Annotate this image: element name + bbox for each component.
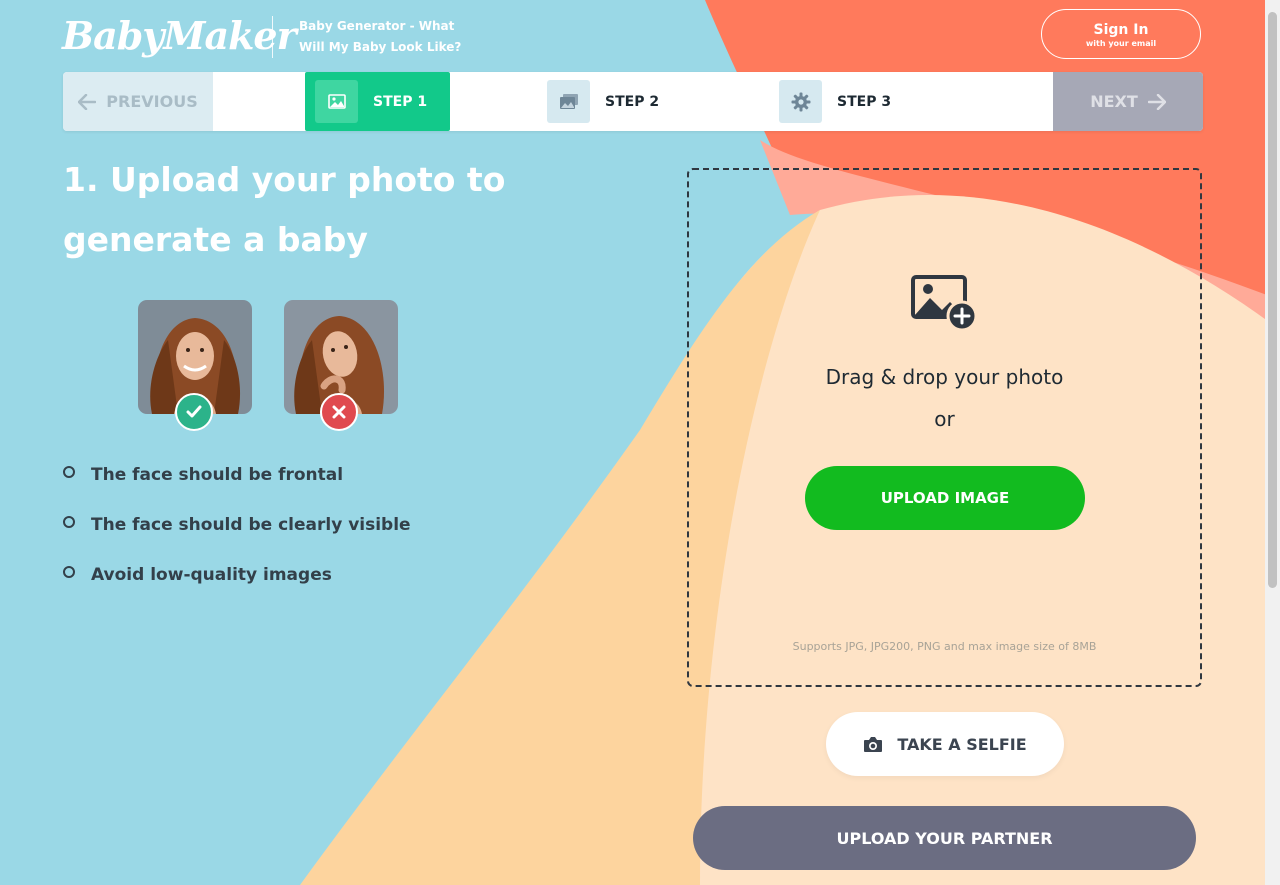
sign-in-button[interactable]: Sign In with your email — [1041, 9, 1201, 59]
camera-icon — [864, 736, 883, 752]
step-3-label: STEP 3 — [837, 93, 892, 110]
next-button[interactable]: NEXT — [1053, 72, 1203, 131]
photo-rules-list: The face should be frontal The face shou… — [63, 450, 483, 600]
bullet-icon — [63, 516, 75, 528]
logo-text: BabyMaker — [62, 13, 297, 58]
rule-text: The face should be clearly visible — [91, 515, 411, 535]
checkmark-icon — [175, 393, 213, 431]
sign-in-sublabel: with your email — [1085, 39, 1157, 48]
next-label: NEXT — [1090, 92, 1138, 111]
dropzone-text: Drag & drop your photo or — [687, 356, 1202, 440]
tab-step-1[interactable]: STEP 1 — [305, 72, 450, 131]
images-icon — [547, 80, 590, 123]
rule-text: The face should be frontal — [91, 465, 344, 485]
or-text: or — [934, 407, 955, 431]
list-item: The face should be clearly visible — [63, 500, 483, 550]
header-divider — [272, 16, 273, 58]
cross-icon — [320, 393, 358, 431]
previous-button[interactable]: PREVIOUS — [63, 72, 213, 131]
arrow-right-icon — [1147, 93, 1166, 110]
site-tagline: Baby Generator - What Will My Baby Look … — [299, 19, 462, 54]
add-image-icon — [910, 274, 980, 334]
scrollbar-thumb[interactable] — [1268, 12, 1277, 588]
gear-icon — [779, 80, 822, 123]
bullet-icon — [63, 566, 75, 578]
page-title: 1. Upload your photo to generate a baby — [63, 160, 506, 259]
bullet-icon — [63, 466, 75, 478]
take-selfie-button[interactable]: TAKE A SELFIE — [826, 712, 1064, 776]
step-1-label: STEP 1 — [373, 93, 428, 110]
supported-formats-text: Supports JPG, JPG200, PNG and max image … — [792, 640, 1097, 653]
previous-label: PREVIOUS — [106, 92, 198, 111]
take-selfie-label: TAKE A SELFIE — [897, 734, 1027, 754]
rule-text: Avoid low-quality images — [91, 565, 332, 585]
list-item: The face should be frontal — [63, 450, 483, 500]
step-2-label: STEP 2 — [605, 93, 660, 110]
arrow-left-icon — [78, 93, 97, 110]
tab-step-3[interactable]: STEP 3 — [779, 72, 891, 131]
upload-image-button[interactable]: UPLOAD IMAGE — [805, 466, 1085, 530]
sign-in-label: Sign In — [1093, 22, 1149, 38]
tab-step-2[interactable]: STEP 2 — [547, 72, 659, 131]
logo[interactable]: BabyMaker — [62, 8, 297, 64]
drag-drop-text: Drag & drop your photo — [825, 365, 1064, 389]
list-item: Avoid low-quality images — [63, 550, 483, 600]
image-icon — [315, 80, 358, 123]
upload-partner-button[interactable]: UPLOAD YOUR PARTNER — [693, 806, 1196, 870]
